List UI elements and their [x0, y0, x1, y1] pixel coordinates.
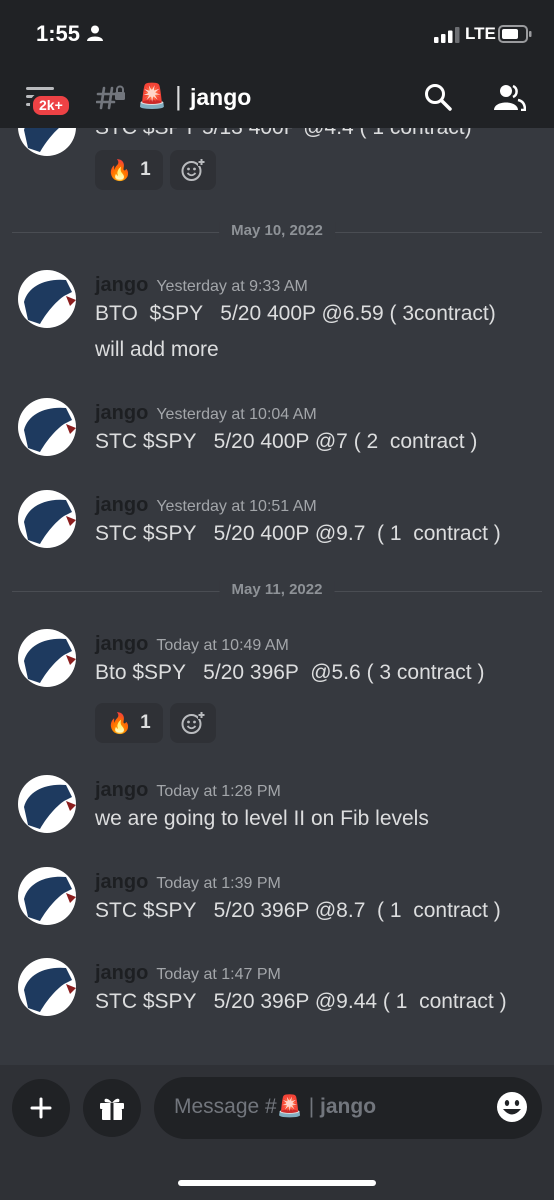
avatar[interactable]: [18, 128, 76, 156]
message-input[interactable]: Message #🚨 | jango: [154, 1077, 542, 1139]
placeholder-separator: |: [308, 1095, 315, 1118]
message-list[interactable]: STC $SPY 5/13 400P @4.4 ( 1 contract) 🔥 …: [0, 128, 554, 1065]
avatar[interactable]: [18, 398, 76, 456]
message-text: will add more: [95, 338, 219, 361]
signal-icon: [434, 27, 460, 43]
placeholder-emoji: 🚨: [276, 1095, 303, 1118]
author-name[interactable]: jango: [95, 871, 148, 893]
author-name[interactable]: jango: [95, 494, 148, 516]
timestamp: Yesterday at 9:33 AM: [156, 278, 308, 295]
message-text: BTO $SPY 5/20 400P @6.59 ( 3contract): [95, 302, 496, 325]
channel-name[interactable]: jango: [190, 84, 251, 111]
message-placeholder: Message #🚨 | jango: [174, 1095, 376, 1119]
message-meta: jango Today at 1:47 PM: [95, 962, 281, 985]
plus-icon: [30, 1097, 52, 1119]
members-icon[interactable]: [494, 83, 526, 111]
message-meta: jango Today at 10:49 AM: [95, 633, 289, 656]
author-name[interactable]: jango: [95, 633, 148, 655]
channel-separator: |: [175, 81, 182, 111]
date-divider-label: May 11, 2022: [219, 581, 335, 598]
message-text: STC $SPY 5/20 396P @8.7 ( 1 contract ): [95, 899, 501, 922]
add-reaction-icon: [181, 711, 205, 734]
message-text: Bto $SPY 5/20 396P @5.6 ( 3 contract ): [95, 661, 485, 684]
timestamp: Today at 1:47 PM: [156, 966, 281, 983]
person-icon: [87, 25, 103, 41]
author-name[interactable]: jango: [95, 779, 148, 801]
gift-button[interactable]: [83, 1079, 141, 1137]
timestamp: Yesterday at 10:51 AM: [156, 498, 317, 515]
author-name[interactable]: jango: [95, 274, 148, 296]
message-meta: jango Today at 1:28 PM: [95, 779, 281, 802]
avatar[interactable]: [18, 867, 76, 925]
battery-icon: [498, 25, 532, 43]
status-bar: 1:55 LTE: [0, 0, 554, 68]
timestamp: Yesterday at 10:04 AM: [156, 406, 317, 423]
fire-emoji: 🔥: [107, 159, 133, 182]
add-reaction-button[interactable]: [170, 150, 216, 190]
avatar[interactable]: [18, 490, 76, 548]
message-text: STC $SPY 5/13 400P @4.4 ( 1 contract): [95, 128, 472, 140]
avatar[interactable]: [18, 958, 76, 1016]
message-meta: jango Yesterday at 10:51 AM: [95, 494, 317, 517]
message-text: STC $SPY 5/20 400P @7 ( 2 contract ): [95, 430, 478, 453]
avatar[interactable]: [18, 775, 76, 833]
placeholder-channel: jango: [320, 1095, 377, 1118]
reaction-count: 1: [140, 712, 151, 733]
channel-siren-emoji: 🚨: [137, 83, 167, 110]
reaction-count: 1: [140, 159, 151, 180]
placeholder-prefix: Message #: [174, 1095, 277, 1118]
avatar[interactable]: [18, 270, 76, 328]
search-icon[interactable]: [424, 83, 452, 111]
channel-header: 2k+ 🚨 | jango: [0, 68, 554, 128]
reaction-fire[interactable]: 🔥 1: [95, 703, 163, 743]
fire-emoji: 🔥: [107, 712, 133, 735]
message-text: STC $SPY 5/20 400P @9.7 ( 1 contract ): [95, 522, 501, 545]
network-type: LTE: [465, 24, 496, 43]
date-divider: May 10, 2022: [12, 222, 542, 242]
unread-badge[interactable]: 2k+: [30, 93, 72, 118]
message-meta: jango Today at 1:39 PM: [95, 871, 281, 894]
timestamp: Today at 10:49 AM: [156, 637, 289, 654]
message-meta: jango Yesterday at 10:04 AM: [95, 402, 317, 425]
emoji-icon[interactable]: [496, 1091, 528, 1123]
date-divider: May 11, 2022: [12, 581, 542, 601]
gift-icon: [100, 1098, 124, 1120]
attach-button[interactable]: [12, 1079, 70, 1137]
message-text: STC $SPY 5/20 396P @9.44 ( 1 contract ): [95, 990, 507, 1013]
timestamp: Today at 1:28 PM: [156, 783, 281, 800]
message-composer: Message #🚨 | jango: [0, 1065, 554, 1200]
date-divider-label: May 10, 2022: [219, 222, 335, 239]
status-time: 1:55: [36, 21, 81, 46]
reaction-fire[interactable]: 🔥 1: [95, 150, 163, 190]
author-name[interactable]: jango: [95, 962, 148, 984]
message-text: we are going to level II on Fib levels: [95, 807, 429, 830]
add-reaction-button[interactable]: [170, 703, 216, 743]
timestamp: Today at 1:39 PM: [156, 875, 281, 892]
home-indicator[interactable]: [178, 1180, 376, 1186]
add-reaction-icon: [181, 158, 205, 181]
avatar[interactable]: [18, 629, 76, 687]
author-name[interactable]: jango: [95, 402, 148, 424]
message-meta: jango Yesterday at 9:33 AM: [95, 274, 308, 297]
hash-lock-icon: [96, 85, 125, 110]
